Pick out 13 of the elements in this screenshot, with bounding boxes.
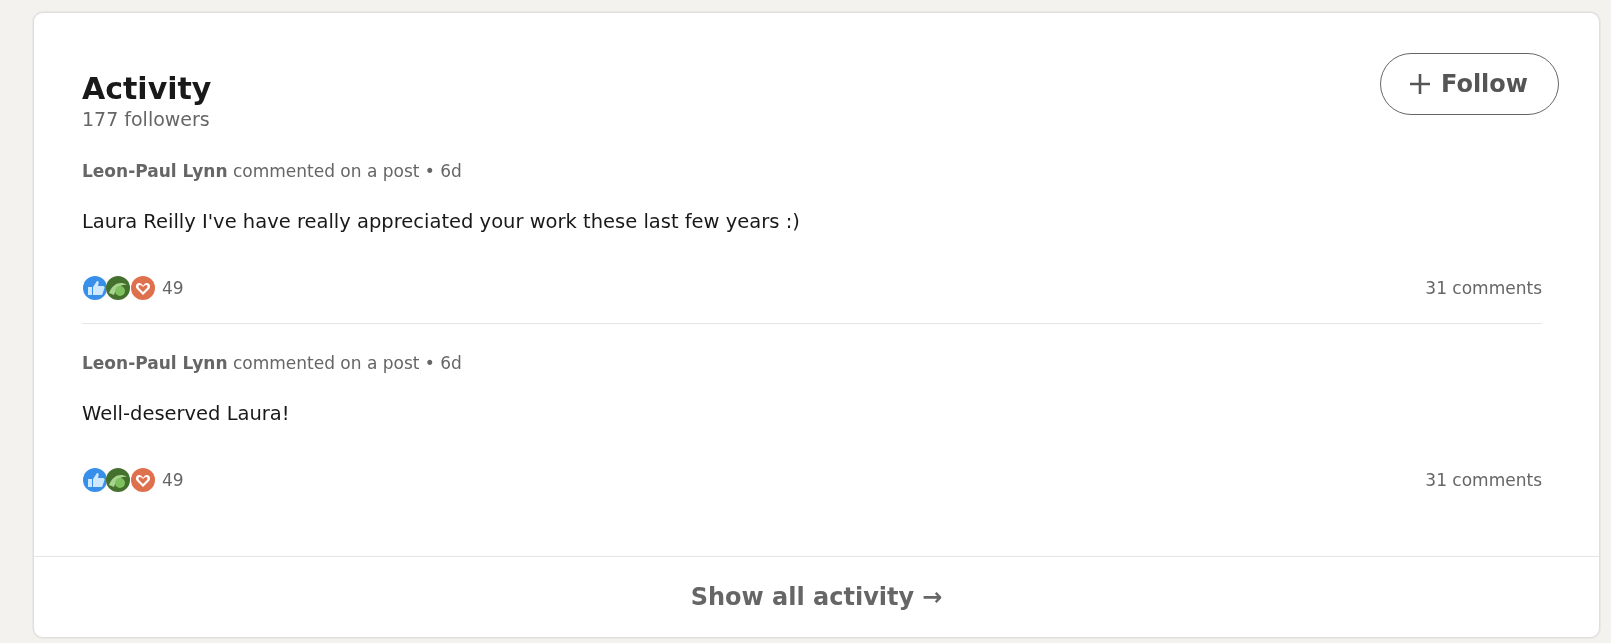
follow-button[interactable]: Follow (1379, 53, 1559, 115)
reaction-count: 49 (162, 470, 184, 490)
section-title: Activity (82, 71, 212, 107)
comment-count[interactable]: 31 comments (1425, 278, 1542, 298)
follower-count: 177 followers (82, 107, 211, 131)
plus-icon (1408, 73, 1431, 95)
comment-text: Laura Reilly I've have really appreciated your work these last few years :) (82, 209, 801, 235)
reaction-count: 49 (162, 278, 184, 298)
comment-text: Well-deserved Laura! (82, 401, 291, 427)
show-all-link[interactable]: Show all activity → (684, 582, 949, 612)
activity-header: Leon-Paul Lynn commented on a post • 6d (82, 352, 463, 375)
comment-count[interactable]: 31 comments (1425, 470, 1542, 490)
activity-header: Leon-Paul Lynn commented on a post • 6d (82, 160, 463, 183)
